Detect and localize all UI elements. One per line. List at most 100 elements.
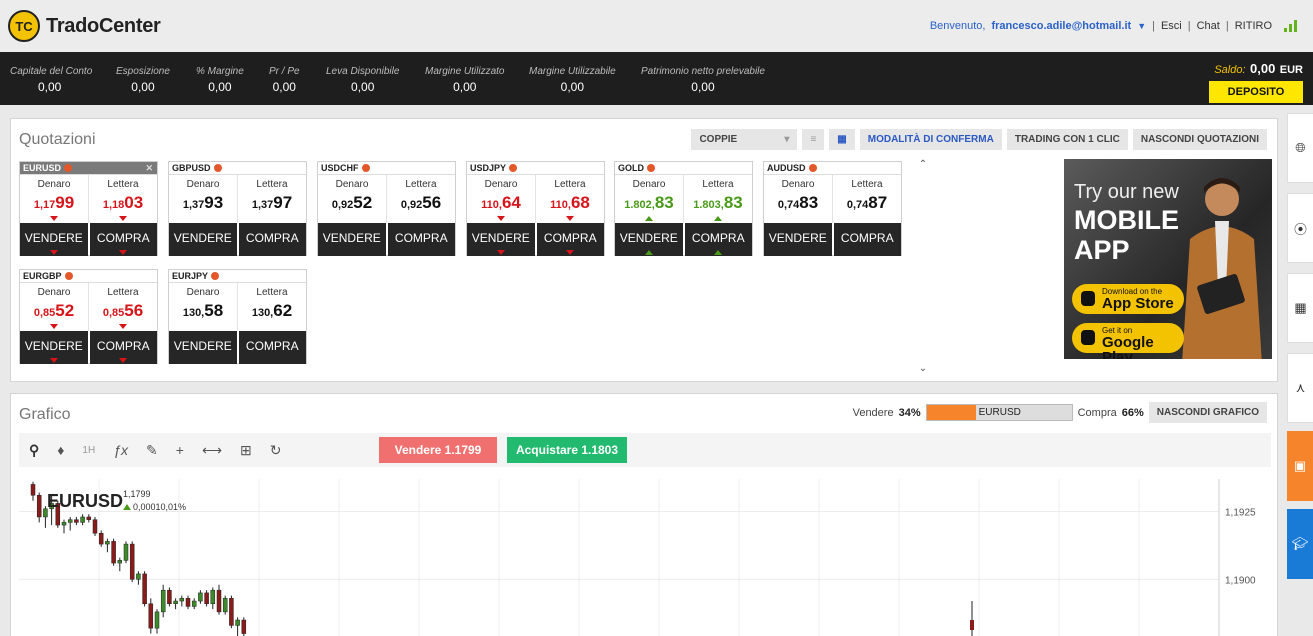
down-arrow-icon: [119, 358, 128, 363]
layout-grid-icon[interactable]: ⊞: [240, 442, 252, 459]
pencil-icon[interactable]: ✎: [146, 442, 158, 459]
down-arrow-icon: [496, 250, 505, 255]
chevron-up-icon[interactable]: ⌃: [916, 159, 930, 170]
bid-price: Denaro 1,1799: [20, 175, 89, 223]
sell-button[interactable]: VENDERE: [169, 223, 237, 256]
buy-button[interactable]: COMPRA: [833, 223, 901, 256]
sell-button[interactable]: VENDERE: [169, 331, 237, 364]
android-icon: [1081, 330, 1095, 345]
pulse-icon[interactable]: ⋏: [1287, 353, 1313, 423]
graduation-cap-icon[interactable]: 🎓︎: [1287, 509, 1313, 579]
info-icon[interactable]: [509, 164, 518, 172]
sell-button[interactable]: VENDERE: [20, 331, 88, 364]
quote-tile-usdchf[interactable]: USDCHF Denaro 0,9252 Lettera 0,9256 VENDERE CO…: [317, 161, 456, 256]
mobile-app-ad[interactable]: Try our new MOBILE APP Download on the Ap…: [1064, 159, 1272, 359]
measure-icon[interactable]: ⟷: [202, 442, 222, 459]
account-stat: Leva Disponibile 0,00: [326, 66, 400, 94]
sell-button[interactable]: VENDERE: [20, 223, 88, 256]
down-arrow-icon: [49, 250, 58, 255]
buy-button[interactable]: COMPRA: [89, 331, 157, 364]
search-icon[interactable]: ⚲: [29, 442, 39, 459]
deposit-button[interactable]: DEPOSITO: [1209, 81, 1303, 103]
tile-header: GBPUSD: [169, 162, 306, 175]
down-arrow-icon: [50, 216, 58, 221]
crosshair-icon[interactable]: +: [176, 442, 184, 458]
buy-button[interactable]: COMPRA: [536, 223, 604, 256]
hide-chart-button[interactable]: NASCONDI GRAFICO: [1148, 402, 1267, 423]
chevron-down-icon[interactable]: ⌄: [916, 363, 930, 374]
account-stat: Pr / Pe 0,00: [269, 66, 300, 94]
info-icon[interactable]: [808, 164, 817, 172]
quotes-title: Quotazioni: [19, 131, 96, 148]
user-links: Benvenuto, francesco.adile@hotmail.it ▼ …: [930, 20, 1305, 32]
refresh-icon[interactable]: ↻: [270, 442, 282, 459]
buy-button[interactable]: COMPRA: [238, 331, 306, 364]
one-click-trading-button[interactable]: TRADING CON 1 CLIC: [1006, 129, 1128, 150]
contract-icon[interactable]: ▣: [1287, 431, 1313, 501]
info-icon[interactable]: [64, 272, 73, 280]
quote-tile-eurjpy[interactable]: EURJPY Denaro 130,58 Lettera 130,62 VENDERE CO…: [168, 269, 307, 364]
candle: [154, 611, 160, 629]
ask-price: Lettera 130,62: [251, 287, 293, 320]
candles-type-icon[interactable]: ♦: [57, 442, 64, 458]
hide-quotes-button[interactable]: NASCONDI QUOTAZIONI: [1132, 129, 1267, 150]
quote-tile-gold[interactable]: GOLD Denaro 1.802,83 Lettera 1.803,83 VENDERE…: [614, 161, 753, 256]
buy-button[interactable]: COMPRA: [684, 223, 752, 256]
sell-button[interactable]: VENDERE: [615, 223, 683, 256]
quote-tile-audusd[interactable]: AUDUSD Denaro 0,7483 Lettera 0,7487 VENDERE CO…: [763, 161, 902, 256]
play-circle-icon[interactable]: ⦿: [1287, 193, 1313, 263]
grid-view-icon[interactable]: ▦: [829, 129, 855, 150]
buy-button[interactable]: COMPRA: [238, 223, 306, 256]
candle: [167, 589, 172, 604]
quotes-scrollbar[interactable]: ⌃ ⌄: [916, 159, 930, 374]
quote-tile-usdjpy[interactable]: USDJPY Denaro 110,64 Lettera 110,68 VENDERE CO…: [466, 161, 605, 256]
logo[interactable]: TC TradoCenter: [8, 10, 161, 42]
bid-price: Denaro 110,64: [467, 175, 536, 223]
ad-line-1: Try our new: [1074, 181, 1179, 203]
user-dropdown-caret-icon[interactable]: ▼: [1137, 21, 1146, 31]
quote-tile-gbpusd[interactable]: GBPUSD Denaro 1,3793 Lettera 1,3797 VENDERE CO…: [168, 161, 307, 256]
google-play-badge[interactable]: Get it on Google Play: [1072, 323, 1184, 359]
tile-header: GOLD: [615, 162, 752, 175]
candle: [98, 532, 104, 545]
sell-button[interactable]: VENDERE: [318, 223, 386, 256]
chevron-down-icon: ▾: [784, 134, 790, 145]
app-store-badge[interactable]: Download on the App Store: [1072, 284, 1184, 314]
bid-price: Denaro 1.802,83: [615, 175, 684, 223]
sell-button[interactable]: VENDERE: [764, 223, 832, 256]
confirm-mode-button[interactable]: MODALITÀ DI CONFERMA: [859, 129, 1002, 150]
info-icon[interactable]: [211, 272, 220, 280]
info-icon[interactable]: [64, 164, 73, 172]
list-view-icon[interactable]: ≡: [802, 129, 825, 150]
info-icon[interactable]: [213, 164, 222, 172]
price-chart[interactable]: 1,1925 1,1900 EURUSD 1,1799 0,00010,01%: [19, 479, 1271, 636]
calendar-icon[interactable]: ▦: [1287, 273, 1313, 343]
close-icon[interactable]: ✕: [145, 162, 157, 175]
sell-button[interactable]: Vendere 1.1799: [379, 437, 497, 463]
globe-icon[interactable]: 🌐︎: [1287, 113, 1313, 183]
candle: [80, 516, 85, 523]
balance-label: Saldo:: [1214, 64, 1246, 76]
timeframe-button[interactable]: 1H: [82, 445, 95, 456]
quote-tile-eurusd[interactable]: EURUSD ✕ Denaro 1,1799 Lettera 1,1803 VENDERE C…: [19, 161, 158, 256]
candle: [173, 600, 178, 604]
withdraw-link[interactable]: RITIRO: [1235, 20, 1272, 32]
down-arrow-icon: [497, 216, 505, 221]
buy-button[interactable]: Acquistare 1.1803: [507, 437, 627, 463]
quote-tile-eurgbp[interactable]: EURGBP Denaro 0,8552 Lettera 0,8556 VENDERE CO…: [19, 269, 158, 364]
info-icon[interactable]: [361, 164, 370, 172]
down-arrow-icon: [119, 250, 128, 255]
tile-header: EURUSD ✕: [20, 162, 157, 175]
sell-button[interactable]: VENDERE: [467, 223, 535, 256]
candle: [204, 592, 209, 604]
buy-button[interactable]: COMPRA: [387, 223, 455, 256]
brand-name: TradoCenter: [46, 14, 161, 37]
info-icon[interactable]: [647, 164, 655, 172]
buy-button[interactable]: COMPRA: [89, 223, 157, 256]
logout-link[interactable]: Esci: [1161, 20, 1182, 32]
chat-link[interactable]: Chat: [1197, 20, 1220, 32]
pairs-dropdown[interactable]: COPPIE ▾: [691, 129, 798, 150]
up-arrow-icon: [644, 250, 653, 255]
indicators-icon[interactable]: ƒx: [113, 442, 128, 458]
user-email-link[interactable]: francesco.adile@hotmail.it: [991, 20, 1131, 32]
